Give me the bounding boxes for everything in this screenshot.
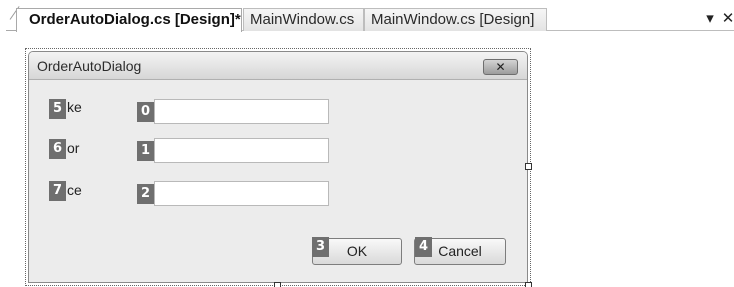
tab-orderautodialog-design[interactable]: OrderAutoDialog.cs [Design]* xyxy=(16,8,242,32)
textbox-badge: 1 xyxy=(137,141,154,161)
close-document-icon[interactable]: ✕ xyxy=(720,10,734,28)
orderautodialog-form[interactable]: OrderAutoDialog ✕ 5 ke 0 6 or 1 7 ce 2 O… xyxy=(28,51,528,283)
label-badge: 5 xyxy=(49,99,66,119)
form-client-area: 5 ke 0 6 or 1 7 ce 2 OK 3 Cancel 4 xyxy=(29,81,527,282)
form-title-bar: OrderAutoDialog ✕ xyxy=(29,52,527,80)
textbox-badge: 0 xyxy=(137,102,154,122)
button-badge: 4 xyxy=(415,237,432,257)
label-price: ce xyxy=(67,182,82,198)
form-resize-grip-right[interactable] xyxy=(525,163,532,170)
form-resize-grip-bottom[interactable] xyxy=(274,282,281,287)
button-badge: 3 xyxy=(312,237,329,257)
textbox-badge: 2 xyxy=(137,184,154,204)
form-close-button[interactable]: ✕ xyxy=(483,59,518,75)
price-textbox[interactable] xyxy=(154,181,329,206)
form-title: OrderAutoDialog xyxy=(37,58,142,74)
label-badge: 6 xyxy=(49,139,66,159)
label-badge: 7 xyxy=(49,181,66,201)
label-color: or xyxy=(67,140,80,156)
tab-mainwindow-design[interactable]: MainWindow.cs [Design] xyxy=(364,8,547,31)
label-make: ke xyxy=(67,99,82,115)
color-textbox[interactable] xyxy=(154,138,329,163)
cancel-button-label: Cancel xyxy=(438,243,482,259)
tab-mainwindow-cs[interactable]: MainWindow.cs xyxy=(243,8,364,31)
tab-list-dropdown-icon[interactable]: ▾ xyxy=(702,10,718,28)
form-resize-grip-corner[interactable] xyxy=(525,282,532,287)
make-textbox[interactable] xyxy=(154,99,329,124)
document-tab-strip: OrderAutoDialog.cs [Design]* MainWindow.… xyxy=(0,0,734,32)
ok-button-label: OK xyxy=(346,243,368,259)
